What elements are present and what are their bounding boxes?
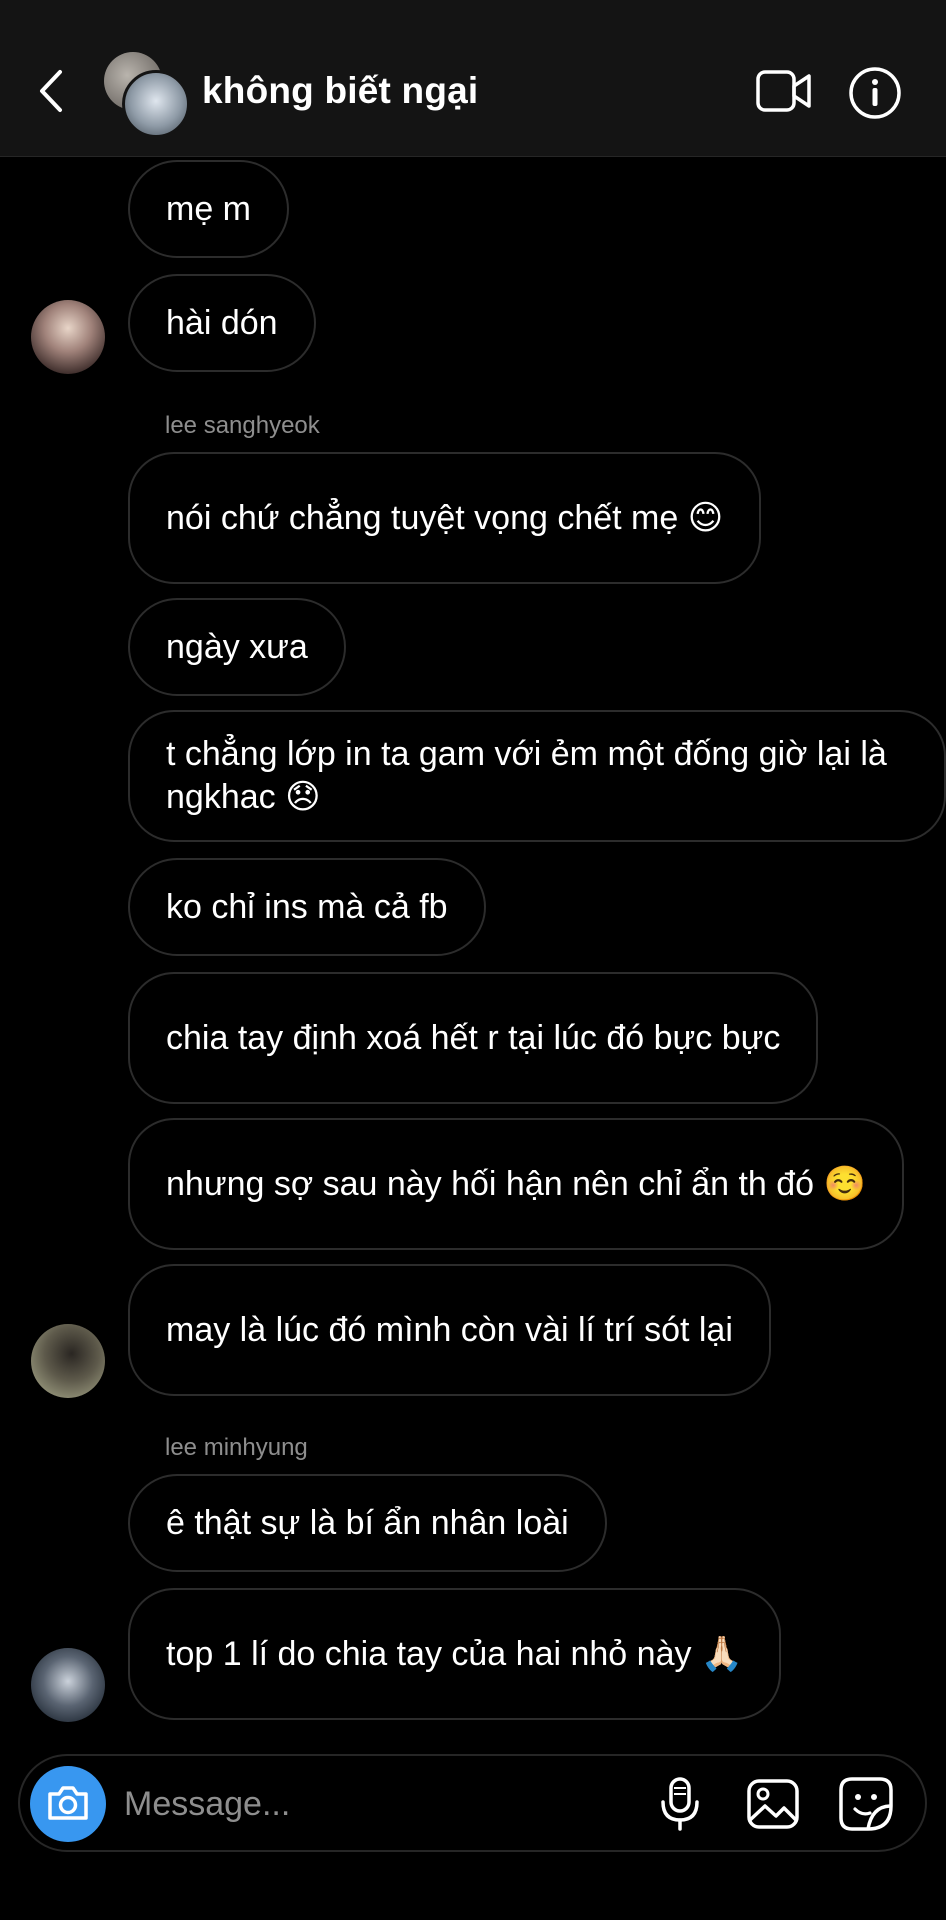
sender-name: lee minhyung [165, 1434, 308, 1461]
avatar[interactable] [31, 300, 105, 374]
sender-name: lee sanghyeok [165, 412, 320, 439]
camera-icon [48, 1786, 88, 1820]
chevron-left-icon[interactable] [32, 66, 72, 116]
sticker-icon[interactable] [838, 1776, 894, 1832]
message-bubble[interactable]: nhưng sợ sau này hối hận nên chỉ ẩn th đ… [128, 1118, 904, 1250]
video-camera-icon[interactable] [756, 68, 812, 114]
message-bubble[interactable]: hài dón [128, 274, 316, 372]
chat-header: không biết ngại [0, 0, 946, 157]
message-bubble[interactable]: chia tay định xoá hết r tại lúc đó bực b… [128, 972, 819, 1104]
microphone-icon[interactable] [658, 1776, 702, 1832]
message-bubble[interactable]: may là lúc đó mình còn vài lí trí sót lạ… [128, 1264, 771, 1396]
avatar[interactable] [31, 1324, 105, 1398]
message-bubble[interactable]: ko chỉ ins mà cả fb [128, 858, 486, 956]
message-input[interactable] [122, 1778, 546, 1830]
chat-title[interactable]: không biết ngại [202, 70, 478, 112]
message-bubble[interactable]: top 1 lí do chia tay của hai nhỏ này 🙏🏻 [128, 1588, 782, 1720]
avatar[interactable] [31, 1648, 105, 1722]
message-composer [18, 1754, 927, 1852]
message-bubble[interactable]: ê thật sự là bí ẩn nhân loài [128, 1474, 607, 1572]
camera-button[interactable] [30, 1766, 106, 1842]
message-bubble[interactable]: t chẳng lớp in ta gam với ẻm một đống gi… [128, 710, 946, 842]
info-icon[interactable] [848, 66, 902, 120]
message-bubble[interactable]: mẹ m [128, 160, 289, 258]
gallery-icon[interactable] [746, 1778, 800, 1830]
message-thread[interactable]: mẹ m hài dón lee sanghyeok nói chứ chẳng… [0, 156, 946, 1746]
message-bubble[interactable]: ngày xưa [128, 598, 346, 696]
avatar [122, 70, 190, 138]
message-bubble[interactable]: nói chứ chẳng tuyệt vọng chết mẹ 😊 [128, 452, 762, 584]
group-avatar[interactable] [104, 52, 190, 138]
